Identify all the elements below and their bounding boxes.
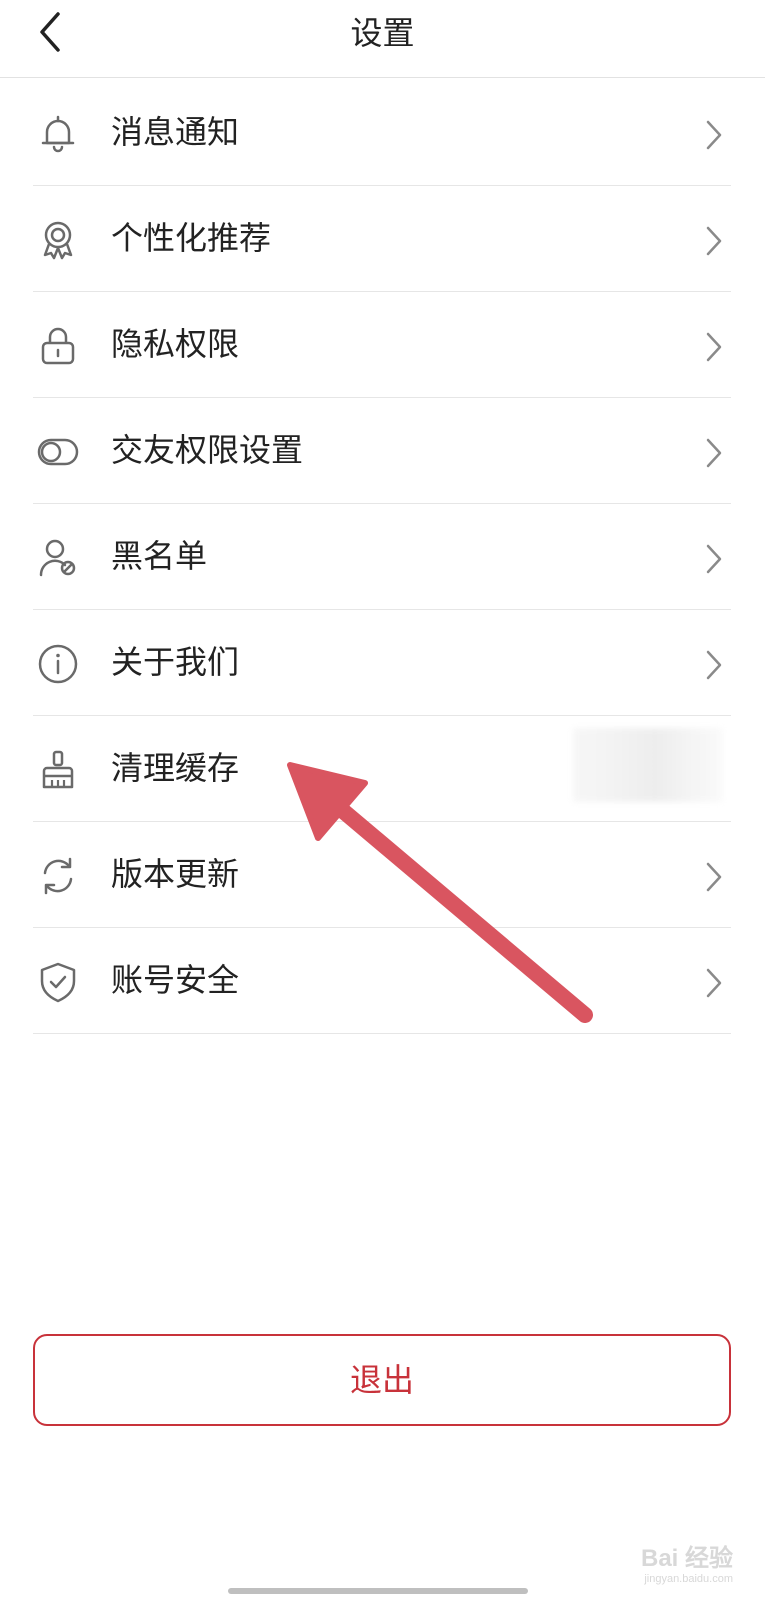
lock-icon (41, 327, 75, 365)
chevron-right-icon (706, 968, 722, 998)
home-indicator (228, 1588, 528, 1594)
watermark-logo: Bai 经验 jingyan.baidu.com (641, 1538, 733, 1585)
chevron-right-icon (706, 544, 722, 574)
chevron-right-icon (706, 226, 722, 256)
settings-item-label: 交友权限设置 (111, 431, 304, 469)
badge-icon (43, 221, 73, 260)
info-icon (38, 644, 78, 684)
toggle-icon (37, 438, 79, 466)
logout-button[interactable]: 退出 (33, 1334, 731, 1426)
settings-list: 消息通知 个性化推荐 隐私权限 交友权限设置 黑名单 关于我们 清理缓存 版本更… (33, 80, 731, 1034)
chevron-right-icon (706, 438, 722, 468)
refresh-icon (43, 857, 73, 895)
settings-item-account-security[interactable]: 账号安全 (33, 928, 731, 1034)
chevron-right-icon (706, 862, 722, 892)
settings-item-label: 个性化推荐 (111, 219, 272, 257)
settings-item-personalized-recommendation[interactable]: 个性化推荐 (33, 186, 731, 292)
settings-item-blacklist[interactable]: 黑名单 (33, 504, 731, 610)
settings-item-label: 版本更新 (111, 855, 240, 893)
settings-item-clear-cache[interactable]: 清理缓存 (33, 716, 731, 822)
chevron-right-icon (706, 120, 722, 150)
settings-item-label: 隐私权限 (111, 325, 240, 363)
watermark-sub: jingyan.baidu.com (644, 1573, 733, 1585)
settings-item-notifications[interactable]: 消息通知 (33, 80, 731, 186)
settings-item-label: 关于我们 (111, 643, 240, 681)
watermark-main: Bai 经验 (640, 1545, 733, 1572)
page-title: 设置 (350, 14, 415, 52)
chevron-right-icon (706, 650, 722, 680)
header-bar: 设置 (0, 0, 765, 78)
settings-item-label: 账号安全 (111, 961, 240, 999)
shield-check-icon (40, 962, 76, 1003)
chevron-right-icon (706, 332, 722, 362)
settings-item-about-us[interactable]: 关于我们 (33, 610, 731, 716)
broom-icon (42, 750, 74, 789)
user-blocked-icon (39, 539, 76, 577)
settings-item-privacy[interactable]: 隐私权限 (33, 292, 731, 398)
settings-item-label: 黑名单 (111, 537, 208, 575)
bell-icon (41, 115, 75, 153)
settings-item-friend-permissions[interactable]: 交友权限设置 (33, 398, 731, 504)
settings-item-version-update[interactable]: 版本更新 (33, 822, 731, 928)
settings-item-label: 消息通知 (111, 113, 240, 151)
settings-item-label: 清理缓存 (111, 749, 240, 787)
cache-size-value-blurred (573, 728, 723, 802)
